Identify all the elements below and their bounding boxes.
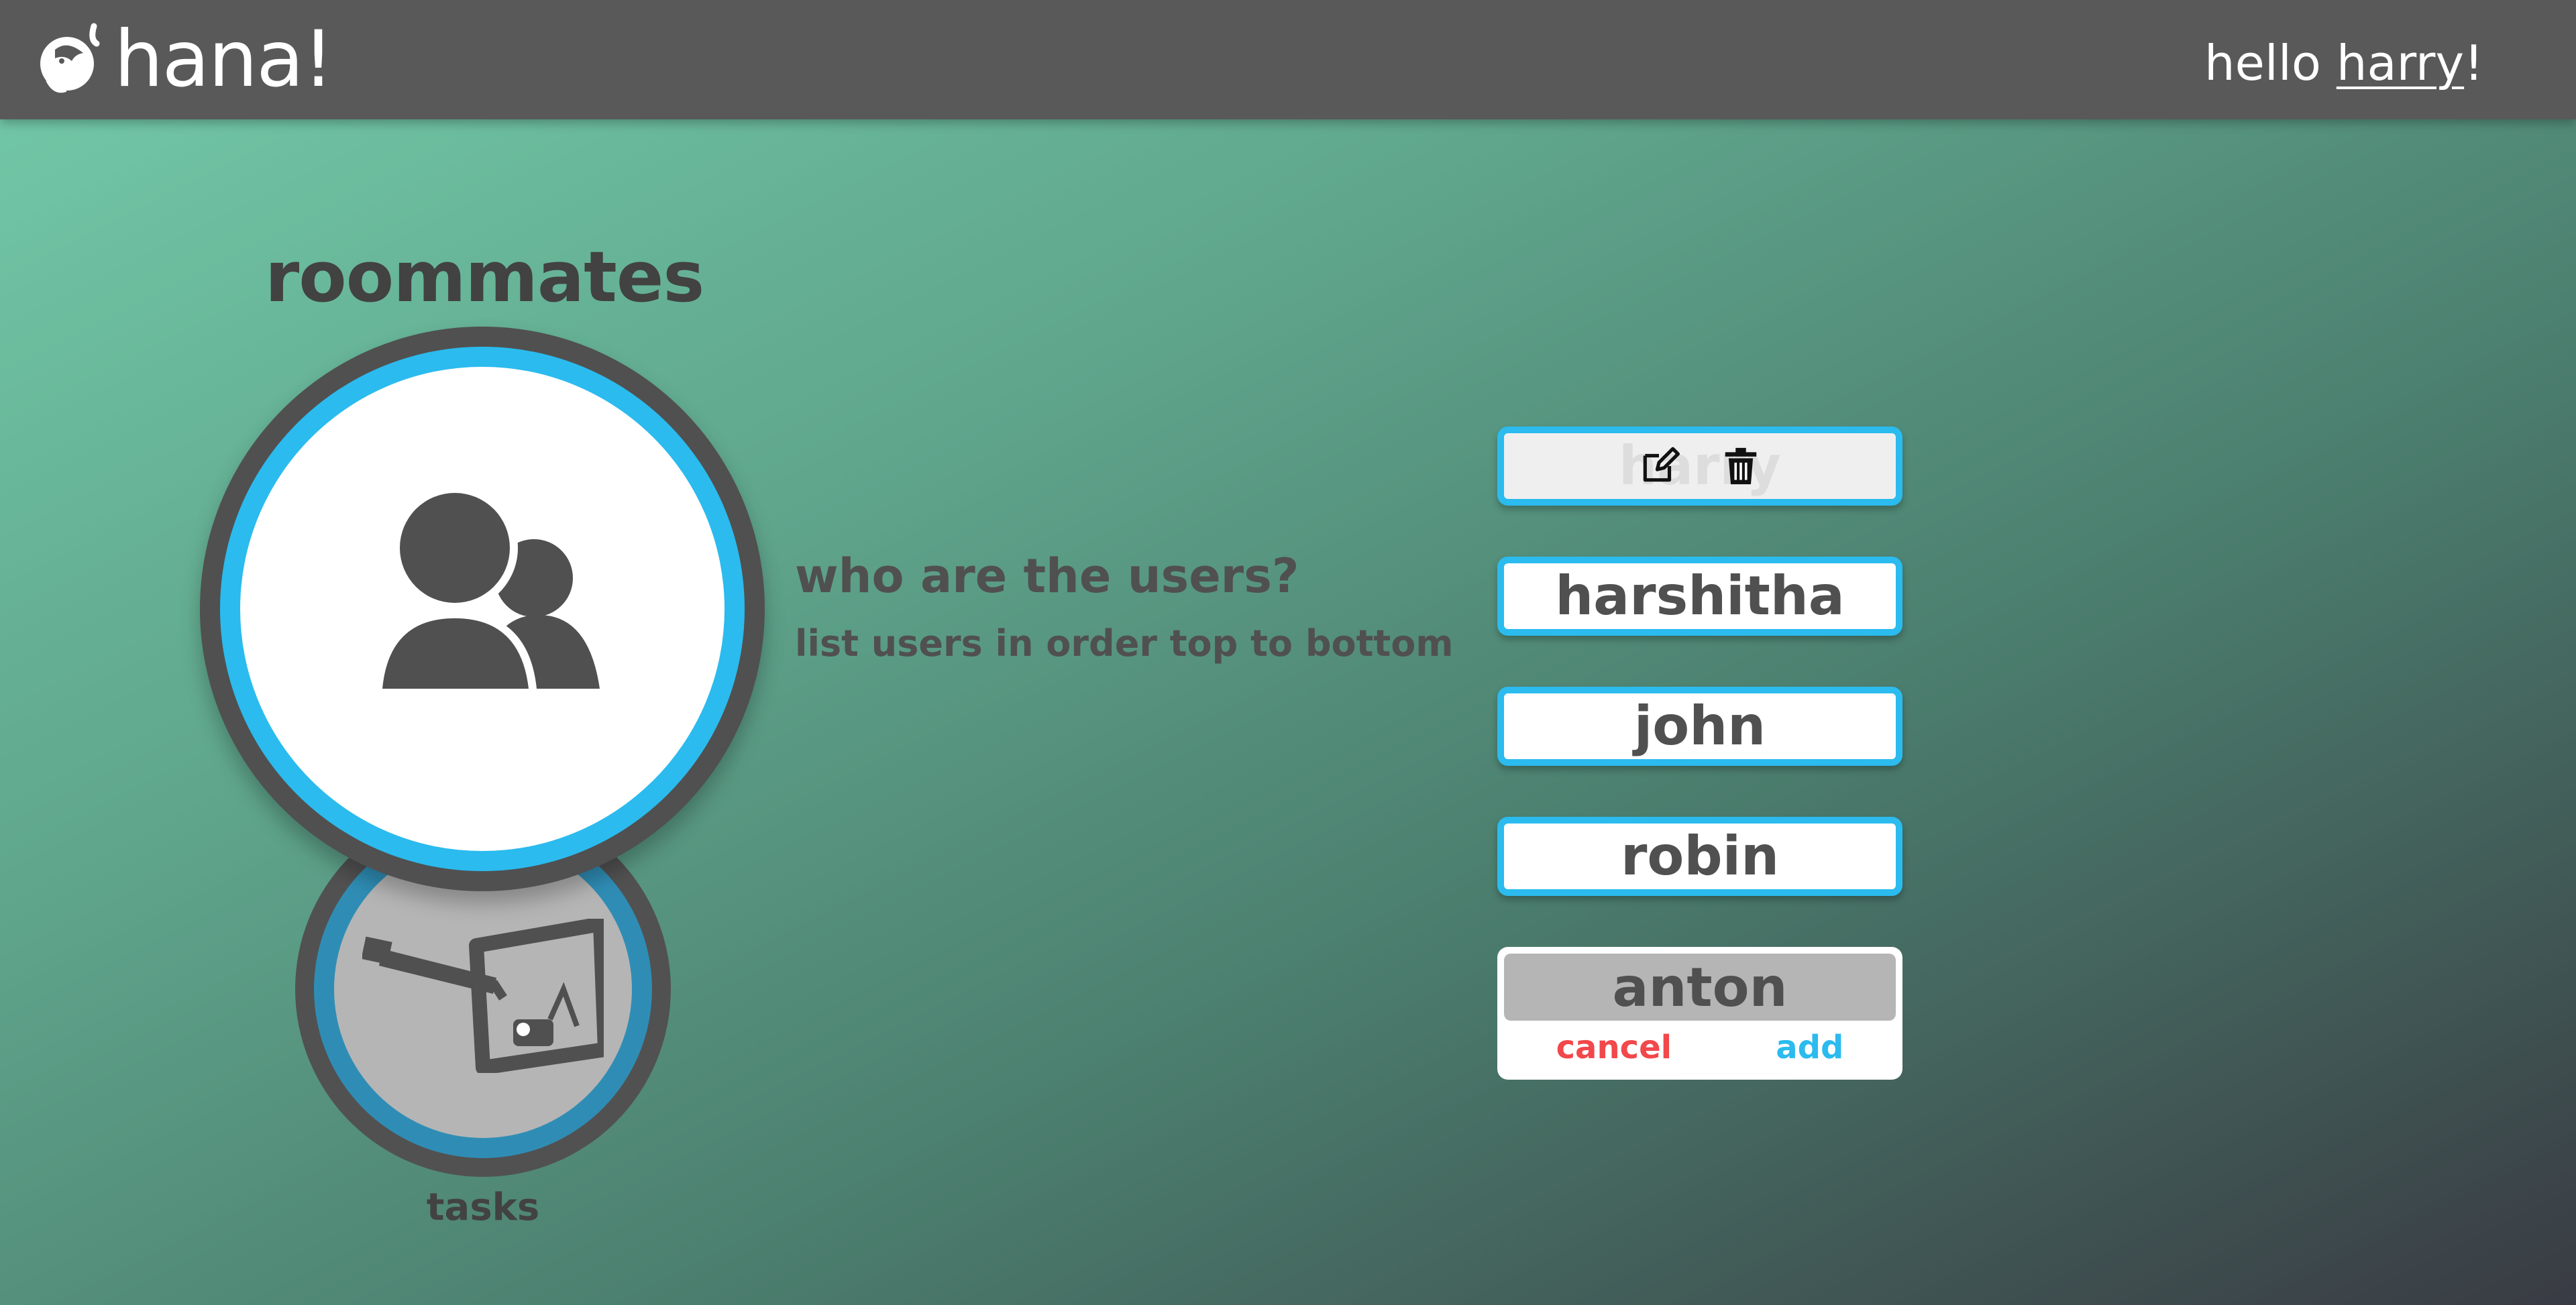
edit-icon[interactable] xyxy=(1638,445,1680,487)
vacuum-tasks-icon xyxy=(362,919,604,1073)
user-name: robin xyxy=(1620,825,1780,887)
user-item-harry[interactable]: harry xyxy=(1497,427,1902,506)
brand-name: hana! xyxy=(114,14,334,105)
prompt-subtitle: list users in order top to bottom xyxy=(795,622,1454,665)
add-user-form: cancel add xyxy=(1497,947,1902,1080)
tasks-label[interactable]: tasks xyxy=(376,1186,590,1229)
dolphin-logo-icon xyxy=(40,23,100,93)
form-actions: cancel add xyxy=(1504,1029,1896,1066)
prompt-title: who are the users? xyxy=(795,549,1299,604)
user-name: john xyxy=(1633,695,1766,757)
greeting-suffix: ! xyxy=(2464,35,2483,91)
new-user-name-input[interactable] xyxy=(1504,954,1896,1021)
greeting-prefix: hello xyxy=(2204,35,2337,91)
brand[interactable]: hana! xyxy=(35,9,334,110)
user-item-robin[interactable]: robin xyxy=(1497,817,1902,896)
add-button[interactable]: add xyxy=(1776,1029,1843,1066)
trash-icon[interactable] xyxy=(1720,445,1762,487)
top-bar: hana! hello harry! xyxy=(0,0,2576,119)
cancel-button[interactable]: cancel xyxy=(1556,1029,1672,1066)
roommates-circle xyxy=(200,327,765,891)
user-name: harshitha xyxy=(1555,565,1845,627)
username-link[interactable]: harry xyxy=(2337,35,2464,91)
user-item-john[interactable]: john xyxy=(1497,687,1902,766)
page-title: roommates xyxy=(265,236,704,318)
greeting: hello harry! xyxy=(2204,35,2483,91)
users-group-icon xyxy=(374,485,600,689)
user-item-harshitha[interactable]: harshitha xyxy=(1497,557,1902,636)
user-actions xyxy=(1638,445,1762,487)
